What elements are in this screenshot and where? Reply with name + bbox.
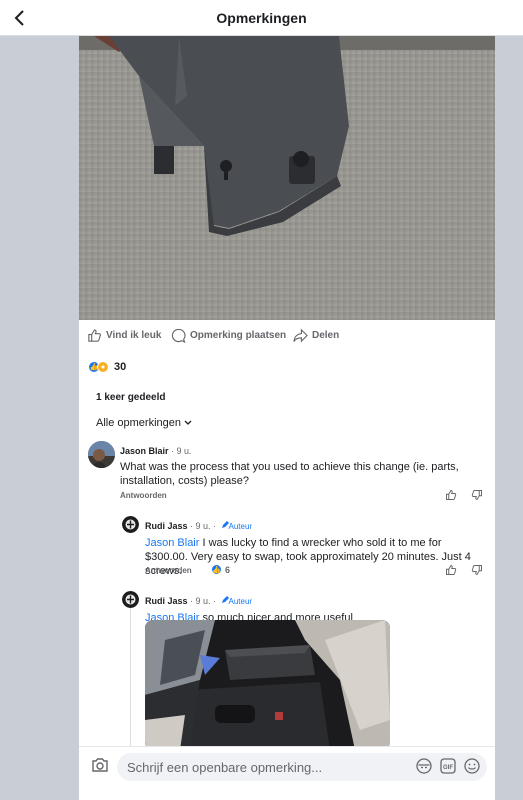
thread-line [130,606,131,746]
comment-label: Opmerking plaatsen [190,330,287,341]
camera-icon[interactable] [91,757,109,778]
comment-text: Jason Blair I was lucky to find a wrecke… [145,537,471,577]
comment-photo[interactable] [145,620,390,750]
author-badge: Auteur [221,521,252,531]
comment-reaction-count: 6 [225,564,231,575]
reactions-summary[interactable]: 👍 ● 30 [88,361,126,373]
comment-button[interactable]: Opmerking plaatsen [171,328,286,343]
top-bar: Opmerkingen [0,0,523,36]
author-badge: Auteur [221,596,252,606]
post-card: Vind ik leuk Opmerking plaatsen Delen 👍 … [79,36,495,800]
like-label: Vind ik leuk [106,330,162,341]
avatar[interactable] [122,516,139,533]
comment-composer: Schrijf een openbare opmerking... GIF [79,746,495,800]
reply-button[interactable]: Antwoorden [120,491,167,500]
comment-time: · 9 u. · [187,596,217,606]
avatar[interactable] [122,591,139,608]
share-count[interactable]: 1 keer gedeeld [96,392,165,403]
comment-input-placeholder: Schrijf een openbare opmerking... [127,760,323,775]
downvote-icon[interactable] [471,489,483,501]
share-label: Delen [312,330,340,341]
upvote-icon[interactable] [445,489,457,501]
comment-time: · 9 u. [168,446,192,456]
share-icon [293,328,308,343]
comment-sort-dropdown[interactable]: Alle opmerkingen [96,417,192,429]
reply-button[interactable]: Antwoorden [145,566,192,575]
avatar[interactable] [88,441,115,468]
comment-input[interactable]: Schrijf een openbare opmerking... GIF [117,753,487,781]
wow-reaction-icon: ● [97,361,109,373]
comment-icon [171,328,186,343]
upvote-icon[interactable] [445,564,457,576]
page-title: Opmerkingen [216,10,307,26]
share-button[interactable]: Delen [293,328,339,343]
svg-text:GIF: GIF [443,765,453,771]
gif-icon[interactable]: GIF [439,757,457,775]
comment: Jason Blair · 9 u. What was the process … [120,441,470,488]
comment-vote [445,489,483,501]
pencil-icon [221,596,229,603]
chevron-down-icon [184,420,192,425]
post-photo[interactable] [79,36,495,320]
thumbs-up-icon [88,329,101,342]
comment-text: What was the process that you used to ac… [120,461,459,487]
emoji-icon[interactable] [463,757,481,775]
comment-vote [445,564,483,576]
comment-time: · 9 u. · [187,521,217,531]
downvote-icon[interactable] [471,564,483,576]
comment-reactions[interactable]: 👍 6 [211,564,230,575]
post-actions: Vind ik leuk Opmerking plaatsen Delen [79,328,495,352]
reaction-count: 30 [114,361,127,373]
mention-link[interactable]: Jason Blair [145,537,199,549]
composer-tools: GIF [415,757,481,775]
like-reaction-icon: 👍 [211,564,222,575]
reply-comment: Rudi Jass · 9 u. · Auteur Jason Blair I … [145,516,485,578]
comment-author[interactable]: Rudi Jass [145,521,188,531]
comment-author[interactable]: Jason Blair [120,446,169,456]
pencil-icon [221,521,229,528]
sort-label: Alle opmerkingen [96,417,181,429]
comment-author[interactable]: Rudi Jass [145,596,188,606]
like-button[interactable]: Vind ik leuk [87,328,161,343]
avatar-sticker-icon[interactable] [415,757,433,775]
